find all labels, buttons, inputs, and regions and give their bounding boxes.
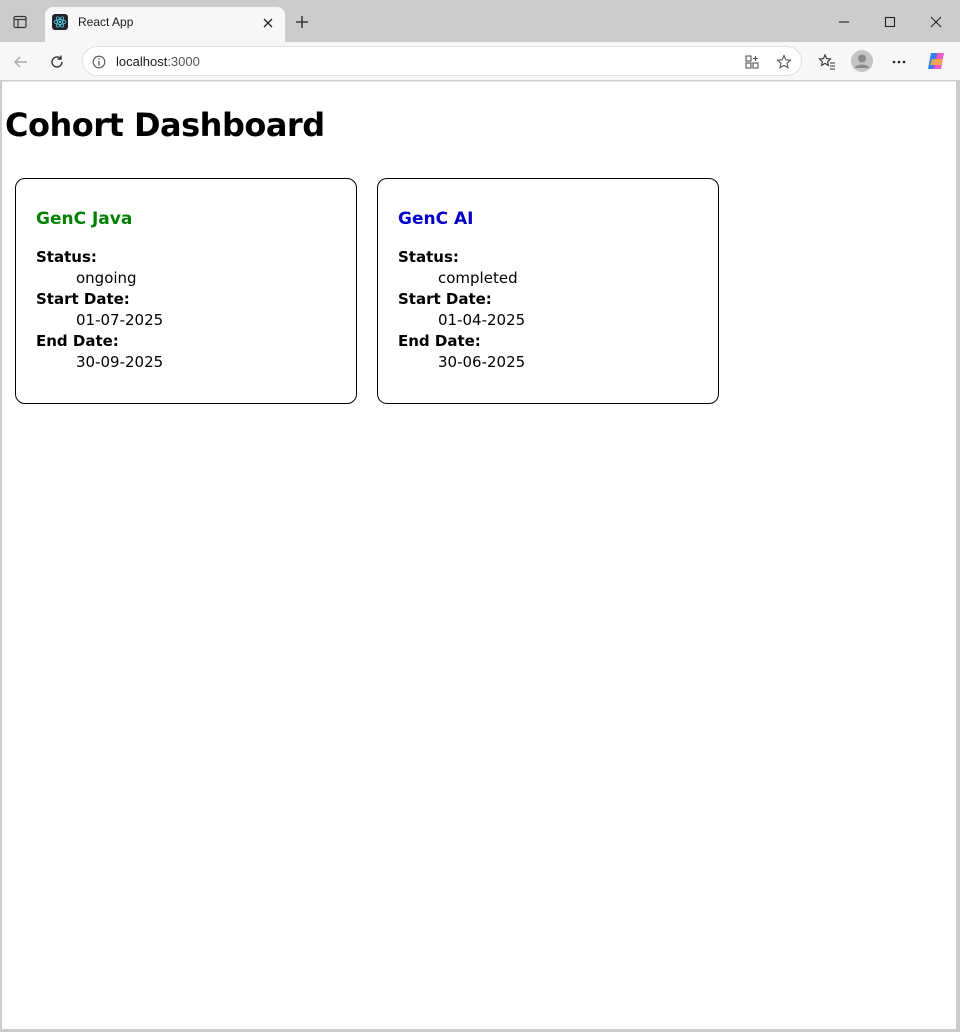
cohort-card: GenC AI Status: completed Start Date: 01…: [377, 178, 719, 404]
url-host: localhost: [116, 54, 168, 69]
end-date-label: End Date:: [398, 332, 481, 350]
maximize-icon[interactable]: [880, 12, 900, 32]
end-date-value: 30-06-2025: [438, 353, 526, 371]
favorite-star-icon[interactable]: [775, 53, 793, 71]
tab-title: React App: [78, 15, 134, 29]
browser-window: React App localhost:3000 Cohort Dashboar…: [0, 0, 960, 1032]
profile-avatar-icon[interactable]: [850, 49, 874, 73]
address-bar[interactable]: localhost:3000: [82, 46, 802, 76]
status-value: ongoing: [76, 269, 137, 287]
more-options-icon[interactable]: [888, 51, 910, 73]
tab-strip: React App: [0, 0, 960, 42]
page-viewport: Cohort Dashboard GenC Java Status: ongoi…: [2, 81, 956, 1029]
status-value: completed: [438, 269, 518, 287]
cohort-name: GenC AI: [398, 209, 474, 229]
status-label: Status:: [398, 248, 459, 266]
cohort-card: GenC Java Status: ongoing Start Date: 01…: [15, 178, 357, 404]
minimize-icon[interactable]: [834, 12, 854, 32]
react-favicon-icon: [52, 14, 68, 30]
start-date-label: Start Date:: [398, 290, 492, 308]
page-title: Cohort Dashboard: [5, 106, 325, 144]
tab-react-app[interactable]: React App: [45, 7, 285, 42]
back-arrow-icon[interactable]: [10, 51, 32, 73]
cohort-details: Status: completed Start Date: 01-04-2025…: [398, 247, 698, 373]
site-info-icon[interactable]: [91, 54, 107, 70]
status-label: Status:: [36, 248, 97, 266]
tab-close-icon[interactable]: [261, 16, 275, 30]
cohort-name: GenC Java: [36, 209, 133, 229]
url-text[interactable]: localhost:3000: [116, 54, 200, 69]
close-window-icon[interactable]: [926, 12, 946, 32]
app-available-icon[interactable]: [743, 53, 761, 71]
favorites-icon[interactable]: [816, 51, 838, 73]
url-port: :3000: [167, 54, 200, 69]
new-tab-button[interactable]: [292, 12, 312, 32]
tab-actions-icon[interactable]: [8, 11, 32, 33]
start-date-label: Start Date:: [36, 290, 130, 308]
cohort-card-list: GenC Java Status: ongoing Start Date: 01…: [15, 178, 719, 404]
start-date-value: 01-04-2025: [438, 311, 526, 329]
start-date-value: 01-07-2025: [76, 311, 164, 329]
end-date-value: 30-09-2025: [76, 353, 164, 371]
copilot-icon[interactable]: [924, 49, 948, 73]
cohort-details: Status: ongoing Start Date: 01-07-2025 E…: [36, 247, 336, 373]
browser-toolbar: localhost:3000: [0, 42, 960, 80]
refresh-icon[interactable]: [46, 51, 68, 73]
end-date-label: End Date:: [36, 332, 119, 350]
